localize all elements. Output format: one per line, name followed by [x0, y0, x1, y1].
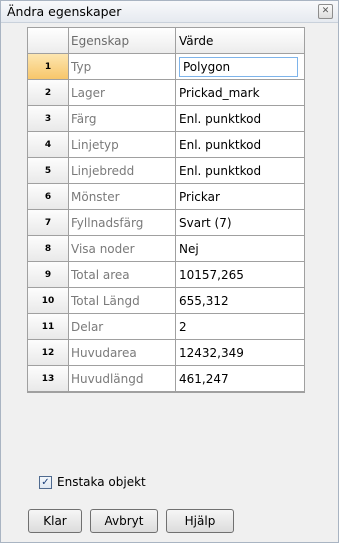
property-value-cell[interactable]: Polygon — [176, 54, 304, 80]
table-row[interactable]: 12 Huvudarea 12432,349 — [28, 340, 304, 366]
table-row[interactable]: 4 Linjetyp Enl. punktkod — [28, 132, 304, 158]
property-name: Linjebredd — [69, 158, 176, 184]
property-value[interactable]: Svart (7) — [176, 210, 304, 236]
table-row[interactable]: 13 Huvudlängd 461,247 — [28, 366, 304, 392]
single-objects-label[interactable]: Enstaka objekt — [57, 475, 146, 489]
property-value[interactable]: Nej — [176, 236, 304, 262]
table-row[interactable]: 2 Lager Prickad_mark — [28, 80, 304, 106]
property-value[interactable]: Enl. punktkod — [176, 106, 304, 132]
grid-header-row: Egenskap Värde — [28, 28, 304, 54]
row-number[interactable]: 1 — [28, 54, 69, 80]
property-name: Linjetyp — [69, 132, 176, 158]
property-name: Fyllnadsfärg — [69, 210, 176, 236]
property-name: Visa noder — [69, 236, 176, 262]
table-row[interactable]: 1 Typ Polygon — [28, 54, 304, 80]
row-number[interactable]: 3 — [28, 106, 69, 132]
table-row[interactable]: 3 Färg Enl. punktkod — [28, 106, 304, 132]
dialog-title: Ändra egenskaper — [7, 4, 122, 19]
property-name: Huvudarea — [69, 340, 176, 366]
header-property[interactable]: Egenskap — [69, 28, 176, 54]
header-num — [28, 28, 69, 54]
row-number[interactable]: 11 — [28, 314, 69, 340]
property-value[interactable]: 10157,265 — [176, 262, 304, 288]
property-name: Huvudlängd — [69, 366, 176, 392]
row-number[interactable]: 2 — [28, 80, 69, 106]
row-number[interactable]: 8 — [28, 236, 69, 262]
row-number[interactable]: 7 — [28, 210, 69, 236]
single-objects-option[interactable]: ✓ Enstaka objekt — [39, 474, 146, 490]
property-value[interactable]: Enl. punktkod — [176, 132, 304, 158]
table-row[interactable]: 8 Visa noder Nej — [28, 236, 304, 262]
ok-button[interactable]: Klar — [28, 509, 82, 533]
single-objects-checkbox[interactable]: ✓ — [39, 475, 52, 489]
close-button[interactable]: ✕ — [318, 4, 333, 19]
property-value[interactable]: 12432,349 — [176, 340, 304, 366]
properties-grid: Egenskap Värde 1 Typ Polygon 2 Lager Pri… — [27, 27, 305, 393]
help-button[interactable]: Hjälp — [166, 509, 234, 533]
property-value[interactable]: 2 — [176, 314, 304, 340]
property-value[interactable]: Prickar — [176, 184, 304, 210]
header-value[interactable]: Värde — [176, 28, 304, 54]
row-number[interactable]: 6 — [28, 184, 69, 210]
value-edit-field[interactable]: Polygon — [179, 57, 298, 77]
table-row[interactable]: 6 Mönster Prickar — [28, 184, 304, 210]
row-number[interactable]: 13 — [28, 366, 69, 392]
row-number[interactable]: 4 — [28, 132, 69, 158]
property-value[interactable]: 655,312 — [176, 288, 304, 314]
property-value[interactable]: 461,247 — [176, 366, 304, 392]
row-number[interactable]: 10 — [28, 288, 69, 314]
table-row[interactable]: 5 Linjebredd Enl. punktkod — [28, 158, 304, 184]
property-name: Total Längd — [69, 288, 176, 314]
property-name: Mönster — [69, 184, 176, 210]
title-bar[interactable]: Ändra egenskaper ✕ — [1, 1, 338, 23]
table-row[interactable]: 9 Total area 10157,265 — [28, 262, 304, 288]
property-name: Färg — [69, 106, 176, 132]
property-name: Total area — [69, 262, 176, 288]
row-number[interactable]: 12 — [28, 340, 69, 366]
row-number[interactable]: 9 — [28, 262, 69, 288]
property-value[interactable]: Prickad_mark — [176, 80, 304, 106]
table-row[interactable]: 10 Total Längd 655,312 — [28, 288, 304, 314]
table-row[interactable]: 7 Fyllnadsfärg Svart (7) — [28, 210, 304, 236]
property-value[interactable]: Enl. punktkod — [176, 158, 304, 184]
row-number[interactable]: 5 — [28, 158, 69, 184]
close-icon: ✕ — [321, 6, 330, 16]
property-name: Typ — [69, 54, 176, 80]
property-name: Lager — [69, 80, 176, 106]
property-name: Delar — [69, 314, 176, 340]
table-row[interactable]: 11 Delar 2 — [28, 314, 304, 340]
dialog-window: Ändra egenskaper ✕ Egenskap Värde 1 Typ … — [0, 0, 339, 543]
cancel-button[interactable]: Avbryt — [90, 509, 158, 533]
